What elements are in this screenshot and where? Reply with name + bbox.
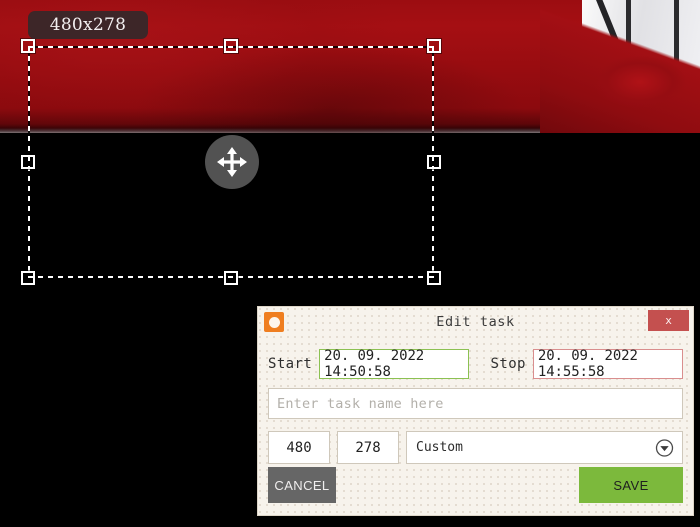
start-time-input[interactable]: 20. 09. 2022 14:50:58 [319,348,470,380]
close-icon[interactable]: x [648,310,689,331]
resize-handle-middle-right[interactable] [427,155,441,169]
dimensions-row: 480 278 Custom [268,431,683,464]
time-range-row: Start 20. 09. 2022 14:50:58 Stop 20. 09.… [258,347,693,381]
move-selection-handle[interactable] [205,135,259,189]
move-arrows-icon [215,145,249,179]
resize-handle-bottom-right[interactable] [427,271,441,285]
dialog-titlebar[interactable]: Edit task x [258,307,693,338]
resize-handle-bottom-left[interactable] [21,271,35,285]
height-input[interactable]: 278 [337,431,399,464]
resize-handle-middle-left[interactable] [21,155,35,169]
start-label: Start [268,356,313,372]
resize-handle-top-right[interactable] [427,39,441,53]
stop-time-input[interactable]: 20. 09. 2022 14:55:58 [532,348,683,380]
preset-select[interactable]: Custom [406,431,683,464]
task-name-row: Enter task name here [268,388,683,419]
dialog-buttons-row: CANCEL SAVE [268,467,683,503]
stop-label: Stop [490,356,526,372]
background-curtain-corner [540,0,700,135]
task-name-input[interactable]: Enter task name here [268,388,683,419]
edit-task-dialog: Edit task x Start 20. 09. 2022 14:50:58 … [258,307,693,515]
dialog-title: Edit task [436,314,515,330]
preset-select-value: Custom [416,440,463,455]
chevron-down-icon [655,438,674,457]
screen: 480x278 Edit task x Start 20. 09. 2022 1… [0,0,700,527]
resize-handle-top-left[interactable] [21,39,35,53]
resize-handle-bottom-center[interactable] [224,271,238,285]
cancel-button[interactable]: CANCEL [268,467,336,503]
resize-handle-top-center[interactable] [224,39,238,53]
save-button[interactable]: SAVE [579,467,683,503]
width-input[interactable]: 480 [268,431,330,464]
selection-size-tooltip: 480x278 [28,11,148,39]
